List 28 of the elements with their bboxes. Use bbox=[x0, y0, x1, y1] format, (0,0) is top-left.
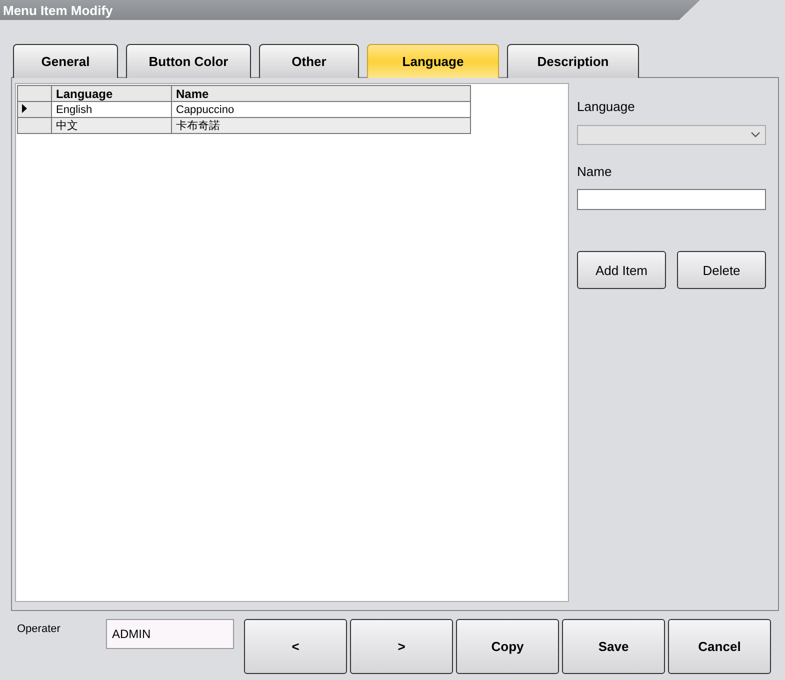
corner-header bbox=[18, 86, 52, 102]
column-header[interactable]: Language bbox=[52, 86, 172, 102]
tab[interactable]: Button Color bbox=[126, 44, 251, 78]
operator-field[interactable]: ADMIN bbox=[106, 619, 234, 649]
tab[interactable]: Other bbox=[259, 44, 359, 78]
footer-button[interactable]: Cancel bbox=[668, 619, 771, 674]
table-cell: Cappuccino bbox=[172, 102, 470, 118]
operator-label: Operater bbox=[17, 623, 62, 635]
column-header[interactable]: Name bbox=[172, 86, 470, 102]
tab[interactable]: Description bbox=[507, 44, 639, 78]
name-input[interactable] bbox=[577, 189, 766, 210]
footer-button[interactable]: > bbox=[350, 619, 453, 674]
table-cell: 卡布奇諾 bbox=[172, 118, 470, 134]
table-cell: English bbox=[52, 102, 172, 118]
action-button[interactable]: Add Item bbox=[577, 251, 666, 289]
footer-button[interactable]: Save bbox=[562, 619, 665, 674]
tab[interactable]: General bbox=[13, 44, 118, 78]
name-label: Name bbox=[577, 164, 613, 180]
language-label: Language bbox=[577, 99, 636, 115]
table-cell: 中文 bbox=[52, 118, 172, 134]
row-header[interactable] bbox=[18, 102, 52, 118]
tab[interactable]: Language bbox=[367, 44, 499, 78]
action-button[interactable]: Delete bbox=[677, 251, 766, 289]
current-row-icon bbox=[22, 104, 27, 112]
footer-button[interactable]: Copy bbox=[456, 619, 559, 674]
footer-button[interactable]: < bbox=[244, 619, 347, 674]
chevron-down-icon bbox=[751, 132, 760, 138]
window-title: Menu Item Modify bbox=[3, 2, 113, 18]
